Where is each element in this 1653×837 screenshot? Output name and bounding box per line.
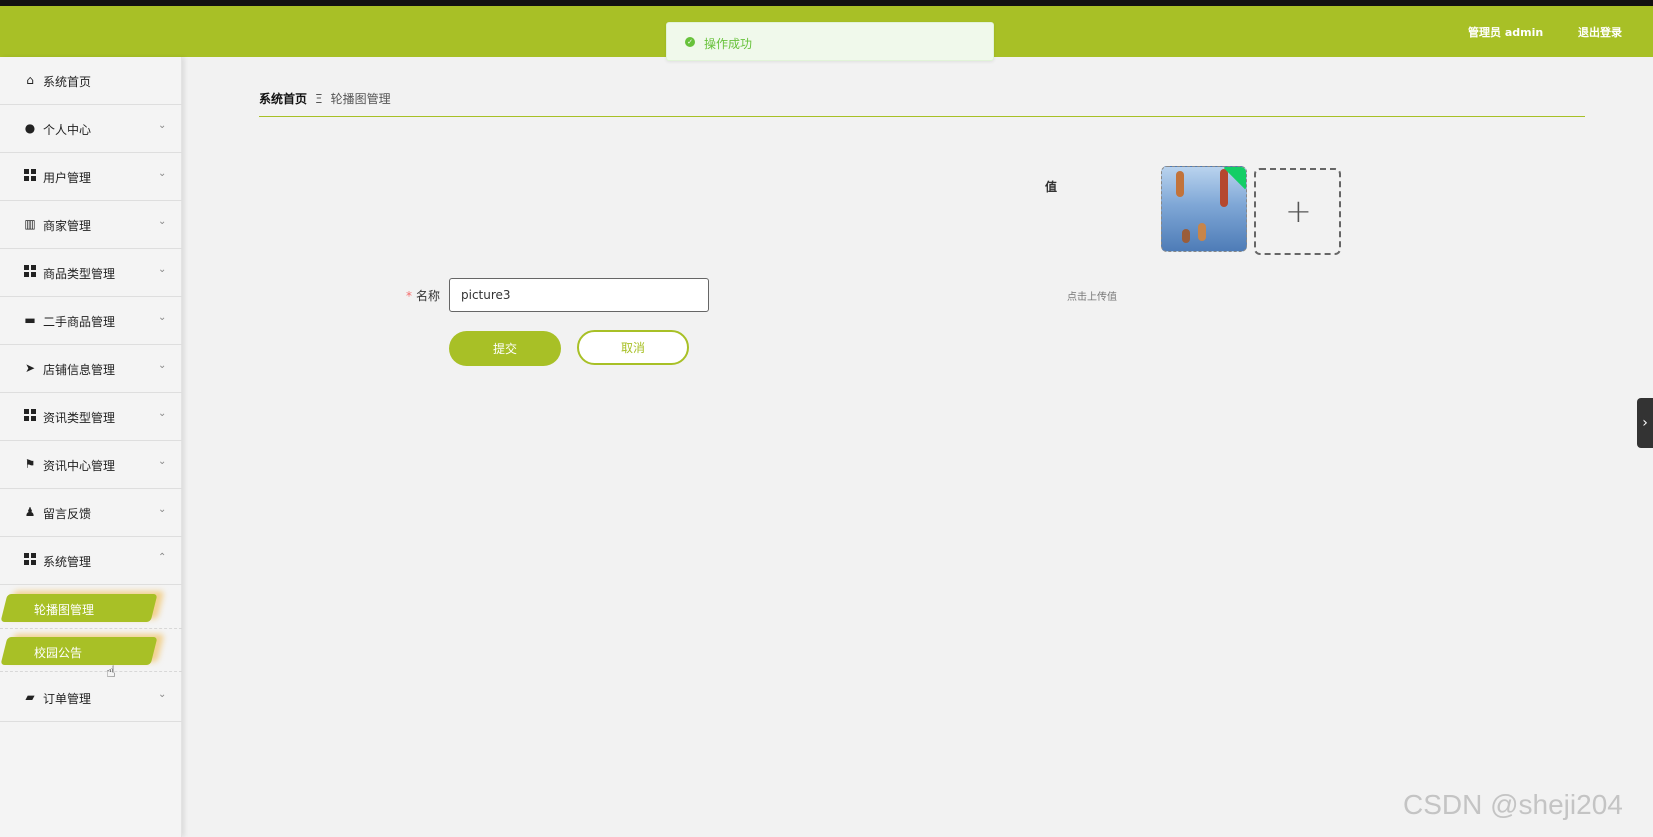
upload-tip: 点击上传值 xyxy=(1067,292,1117,303)
sidebar-item-news-type-management[interactable]: 资讯类型管理 ⌄ xyxy=(0,393,182,441)
sidebar-item-label: 系统管理 xyxy=(43,555,92,569)
image-upload-button[interactable]: + xyxy=(1254,168,1341,255)
uploaded-image-thumbnail[interactable] xyxy=(1161,166,1247,252)
balloon-shape xyxy=(1182,229,1190,243)
library-icon: ▥ xyxy=(24,217,36,231)
flag-icon: ⚑ xyxy=(24,457,36,471)
sidebar: ⌂ 系统首页 ● 个人中心 ⌄ 用户管理 ⌄ ▥ 商家管理 ⌄ 商品类型管理 ⌄… xyxy=(0,57,182,837)
sidebar-item-label: 商品类型管理 xyxy=(43,267,116,281)
side-drawer-toggle[interactable]: › xyxy=(1637,398,1653,448)
sidebar-item-home[interactable]: ⌂ 系统首页 xyxy=(0,57,182,105)
person-icon: ♟ xyxy=(24,505,36,519)
grid-icon xyxy=(23,169,37,183)
chevron-down-icon: ⌄ xyxy=(158,264,167,275)
chevron-down-icon: ⌄ xyxy=(158,216,167,227)
sidebar-item-label: 店铺信息管理 xyxy=(43,363,116,377)
home-icon: ⌂ xyxy=(26,73,34,87)
sidebar-item-label: 系统首页 xyxy=(43,75,92,89)
balloon-shape xyxy=(1198,223,1206,241)
sidebar-subitem-carousel-management[interactable]: 轮播图管理 xyxy=(0,586,182,629)
sidebar-item-label: 商家管理 xyxy=(43,219,92,233)
sidebar-item-secondhand-goods-management[interactable]: ▬ 二手商品管理 ⌄ xyxy=(0,297,182,345)
watermark-text: CSDN @sheji204 xyxy=(1403,789,1623,820)
sidebar-item-label: 二手商品管理 xyxy=(43,315,116,329)
check-circle-icon: ✓ xyxy=(685,37,695,47)
toast-message: 操作成功 xyxy=(704,37,753,51)
required-mark: * xyxy=(406,289,412,303)
success-toast: ✓ 操作成功 xyxy=(666,22,994,61)
sidebar-item-system-management[interactable]: 系统管理 ⌃ xyxy=(0,537,182,585)
hand-cursor-icon: ☝ xyxy=(106,662,116,681)
balloon-shape xyxy=(1220,169,1228,207)
grid-icon xyxy=(23,409,37,423)
chevron-down-icon: ⌄ xyxy=(158,120,167,131)
chevron-down-icon: ⌄ xyxy=(158,408,167,419)
chevron-down-icon: ⌄ xyxy=(158,168,167,179)
chevron-down-icon: ⌄ xyxy=(158,312,167,323)
chevron-down-icon: ⌄ xyxy=(158,360,167,371)
sidebar-item-label: 个人中心 xyxy=(43,123,92,137)
sidebar-item-product-type-management[interactable]: 商品类型管理 ⌄ xyxy=(0,249,182,297)
breadcrumb-divider xyxy=(259,116,1585,117)
chevron-down-icon: ⌄ xyxy=(158,504,167,515)
wallet-icon: ▰ xyxy=(25,690,35,704)
breadcrumb: 系统首页 Ξ 轮播图管理 xyxy=(259,90,391,107)
user-icon: ● xyxy=(24,121,36,135)
logout-link[interactable]: 退出登录 xyxy=(1578,24,1622,40)
sidebar-item-news-center-management[interactable]: ⚑ 资讯中心管理 ⌄ xyxy=(0,441,182,489)
cancel-button[interactable]: 取消 xyxy=(577,330,689,365)
chevron-up-icon: ⌃ xyxy=(158,552,167,563)
send-icon: ➤ xyxy=(24,361,36,375)
plus-icon: + xyxy=(1285,192,1312,230)
name-label-text: 名称 xyxy=(416,289,441,303)
sidebar-subitem-campus-notice[interactable]: 校园公告 xyxy=(0,629,182,672)
admin-user-label: 管理员 admin xyxy=(1468,26,1544,39)
breadcrumb-current: 轮播图管理 xyxy=(330,92,391,106)
sidebar-item-user-management[interactable]: 用户管理 ⌄ xyxy=(0,153,182,201)
value-field-label: 值 xyxy=(1045,180,1058,194)
sidebar-item-personal-center[interactable]: ● 个人中心 ⌄ xyxy=(0,105,182,153)
sidebar-item-label: 资讯类型管理 xyxy=(43,411,116,425)
grid-icon xyxy=(23,265,37,279)
name-input[interactable] xyxy=(449,278,709,312)
chevron-down-icon: ⌄ xyxy=(158,456,167,467)
breadcrumb-separator: Ξ xyxy=(315,92,323,106)
sidebar-item-label: 订单管理 xyxy=(43,692,92,706)
balloon-shape xyxy=(1176,171,1184,197)
sidebar-item-label: 留言反馈 xyxy=(43,507,92,521)
grid-icon xyxy=(23,553,37,567)
sidebar-item-shop-info-management[interactable]: ➤ 店铺信息管理 ⌄ xyxy=(0,345,182,393)
sidebar-item-feedback[interactable]: ♟ 留言反馈 ⌄ xyxy=(0,489,182,537)
sidebar-item-merchant-management[interactable]: ▥ 商家管理 ⌄ xyxy=(0,201,182,249)
sidebar-subitem-label: 校园公告 xyxy=(34,646,83,660)
submit-button[interactable]: 提交 xyxy=(449,331,561,366)
chevron-down-icon: ⌄ xyxy=(158,689,167,700)
breadcrumb-home[interactable]: 系统首页 xyxy=(259,92,307,106)
chat-icon: ▬ xyxy=(24,313,36,327)
sidebar-item-order-management[interactable]: ▰ 订单管理 ⌄ xyxy=(0,674,182,722)
sidebar-item-label: 用户管理 xyxy=(43,171,92,185)
name-field-label: * 名称 xyxy=(406,287,440,304)
sidebar-subitem-label: 轮播图管理 xyxy=(34,603,95,617)
sidebar-item-label: 资讯中心管理 xyxy=(43,459,116,473)
